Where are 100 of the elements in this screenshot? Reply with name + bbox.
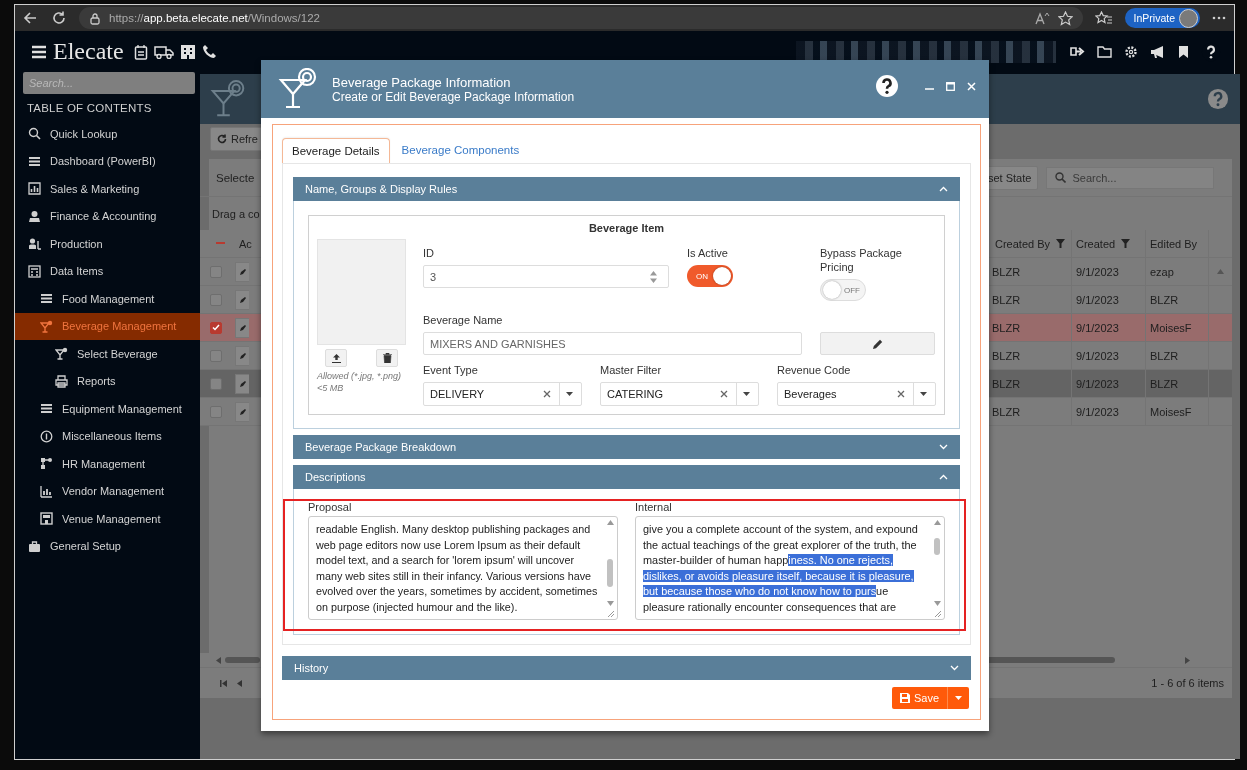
field-label: Revenue Code — [777, 363, 852, 377]
caret-icon[interactable] — [743, 392, 750, 396]
edit-button[interactable] — [235, 373, 249, 394]
sidebar-item[interactable]: HR Management — [15, 450, 200, 478]
delete-button[interactable] — [376, 349, 398, 367]
folder-icon[interactable] — [1097, 45, 1112, 58]
field-label: Event Type — [423, 363, 479, 377]
clear-icon[interactable] — [543, 390, 551, 398]
row-checkbox[interactable] — [210, 321, 222, 334]
cocktail-icon — [40, 319, 53, 333]
scroll-down-icon — [606, 601, 614, 606]
sidebar-item[interactable]: Dashboard (PowerBI) — [15, 147, 200, 175]
prev-page-icon[interactable] — [237, 679, 242, 687]
filter-icon[interactable] — [1121, 239, 1131, 248]
sidebar-item[interactable]: Select Beverage — [15, 340, 200, 368]
reload-icon[interactable] — [51, 10, 67, 26]
scroll-up-icon — [606, 520, 614, 525]
users-icon — [28, 237, 41, 251]
edit-button[interactable] — [235, 317, 249, 338]
clear-icon[interactable] — [897, 390, 905, 398]
cocktail-icon — [210, 80, 246, 118]
tab[interactable]: Beverage Components — [391, 137, 530, 163]
sidebar-item[interactable]: Reports — [15, 367, 200, 395]
pencil-icon — [238, 267, 247, 276]
bookmark-icon[interactable] — [1178, 44, 1189, 59]
inprivate-button[interactable]: InPrivate — [1124, 8, 1200, 28]
edit-button[interactable] — [235, 261, 249, 282]
truck-icon[interactable] — [153, 44, 174, 59]
group-hint: Drag a co — [211, 206, 260, 222]
scrollbar-thumb[interactable] — [607, 559, 613, 587]
cocktail-icon — [55, 347, 68, 361]
field-label: Bypass Package Pricing — [820, 246, 903, 274]
sidebar-item[interactable]: Miscellaneous Items — [15, 422, 200, 450]
maximize-icon[interactable] — [946, 81, 955, 91]
more-icon[interactable] — [1212, 16, 1226, 20]
selected-label: Selecte — [215, 170, 256, 186]
proposal-textarea[interactable] — [308, 516, 618, 620]
search-icon — [28, 127, 41, 141]
dropdown-field[interactable]: CATERING — [600, 382, 759, 406]
close-icon[interactable] — [967, 81, 976, 91]
first-page-icon[interactable] — [220, 679, 227, 687]
field-label: Proposal — [308, 500, 353, 514]
panel-header[interactable]: Descriptions — [293, 465, 960, 489]
pager-info: 1 - 6 of 6 items — [1151, 677, 1224, 689]
scrollbar-thumb[interactable] — [934, 538, 940, 555]
sidebar-item[interactable]: Sales & Marketing — [15, 175, 200, 203]
spinner-icon[interactable] — [650, 270, 657, 283]
caret-icon[interactable] — [920, 392, 927, 396]
star-icon[interactable] — [1057, 10, 1073, 26]
clear-icon[interactable] — [720, 390, 728, 398]
internal-textarea[interactable] — [635, 516, 945, 620]
list-icon — [40, 402, 53, 416]
upload-button[interactable] — [325, 349, 347, 367]
calendar-icon[interactable] — [133, 43, 148, 60]
building-icon[interactable] — [179, 43, 196, 60]
tab[interactable]: Beverage Details — [282, 138, 390, 164]
menu-icon[interactable] — [31, 44, 47, 59]
app-logo[interactable]: Elecate — [53, 38, 124, 65]
pencil-icon — [238, 323, 247, 332]
sidebar-item[interactable]: Finance & Accounting — [15, 202, 200, 230]
panel-header[interactable]: Name, Groups & Display Rules — [293, 177, 960, 201]
id-field[interactable]: 3 — [423, 265, 669, 288]
fieldset-legend: Beverage Item — [317, 222, 936, 234]
megaphone-icon[interactable] — [1150, 44, 1166, 59]
settings-icon[interactable] — [1124, 44, 1138, 59]
panel-header[interactable]: History — [282, 656, 971, 680]
sign-out-icon[interactable] — [1070, 45, 1085, 58]
sidebar-item[interactable]: Venue Management — [15, 505, 200, 533]
phone-icon[interactable] — [201, 44, 217, 59]
save-icon — [899, 693, 910, 703]
panel-header[interactable]: Beverage Package Breakdown — [293, 435, 960, 459]
edit-button[interactable] — [235, 289, 249, 310]
sidebar-item[interactable]: Equipment Management — [15, 395, 200, 423]
filter-icon[interactable] — [1056, 239, 1066, 248]
sidebar-item[interactable]: Vendor Management — [15, 477, 200, 505]
caret-icon[interactable] — [566, 392, 573, 396]
favorites-icon[interactable] — [1094, 10, 1113, 26]
row-checkbox[interactable] — [210, 377, 222, 390]
upload-icon — [331, 353, 341, 363]
scroll-up-icon — [933, 520, 941, 525]
toggle-switch[interactable]: OFF — [820, 279, 866, 301]
pencil-icon — [872, 338, 883, 349]
edit-button[interactable] — [235, 401, 249, 422]
sidebar-item[interactable]: Food Management — [15, 285, 200, 313]
sidebar-item[interactable]: Production — [15, 230, 200, 258]
address-bar[interactable]: https://app.beta.elecate.net/Windows/122 — [79, 7, 1083, 29]
dropdown-field[interactable]: Beverages — [777, 382, 936, 406]
sidebar-item[interactable]: General Setup — [15, 532, 200, 560]
name-field[interactable]: MIXERS AND GARNISHES — [423, 332, 802, 355]
edit-button[interactable] — [235, 345, 249, 366]
upload-hint: Allowed (*.jpg, *.png) <5 MB — [317, 370, 403, 394]
sidebar-item[interactable]: Quick Lookup — [15, 120, 200, 148]
read-aloud-icon[interactable] — [1033, 11, 1050, 25]
user-icon — [28, 209, 41, 223]
sidebar-item[interactable]: Data Items — [15, 257, 200, 285]
dropdown-field[interactable]: DELIVERY — [423, 382, 582, 406]
back-icon[interactable] — [23, 10, 39, 26]
chart-icon — [28, 182, 41, 196]
column-header[interactable]: Ac — [239, 237, 252, 250]
help-icon[interactable] — [875, 74, 899, 98]
